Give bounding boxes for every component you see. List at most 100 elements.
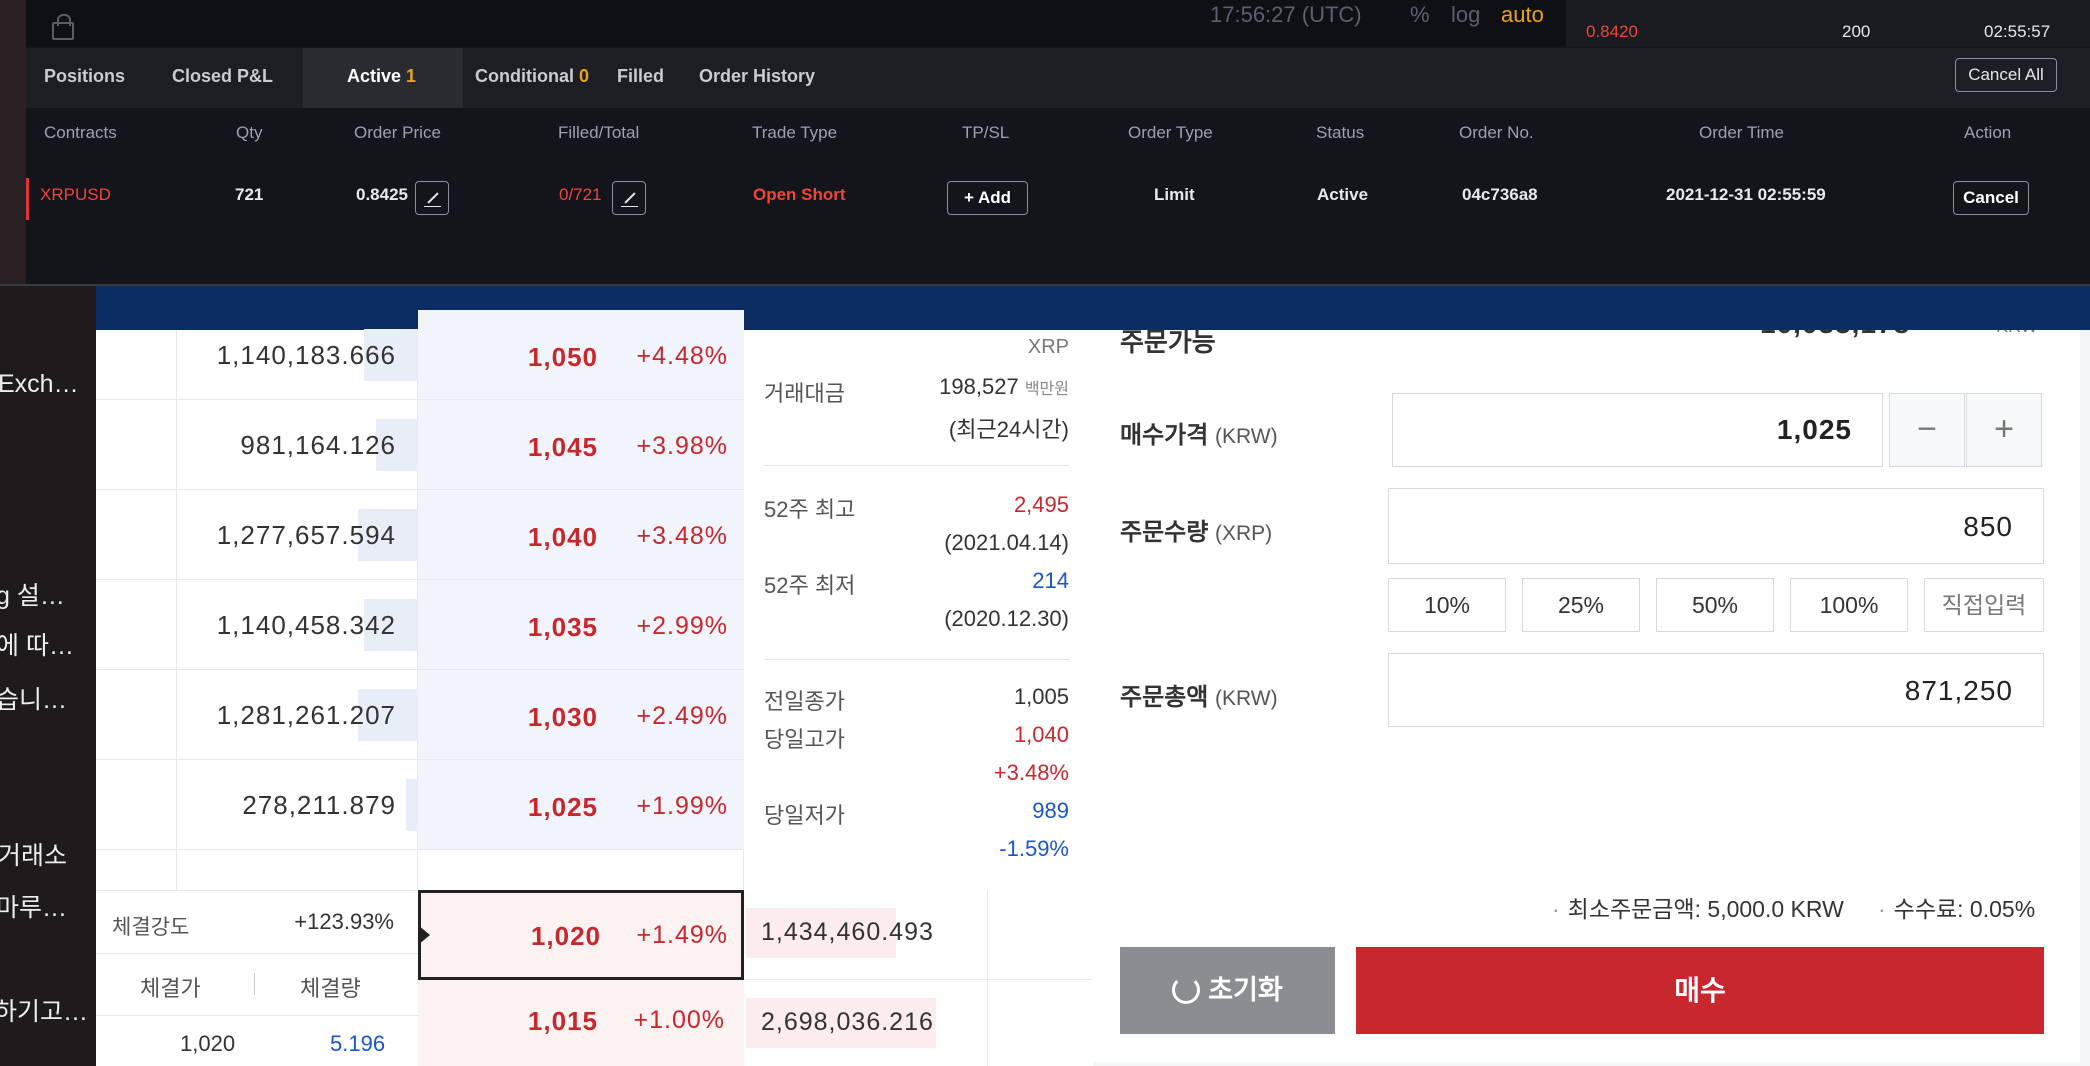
tab-order-history[interactable]: Order History xyxy=(699,48,829,108)
ask-change: +2.49% xyxy=(636,702,728,730)
scale-log-toggle[interactable]: log xyxy=(1451,2,1480,28)
ask-volume: 278,211.879 xyxy=(242,790,396,820)
col-contracts: Contracts xyxy=(44,123,117,142)
edit-price-icon[interactable] xyxy=(415,181,449,215)
pct-50-button[interactable]: 50% xyxy=(1656,578,1774,632)
lock-icon[interactable] xyxy=(52,14,74,40)
ask-price-cell[interactable]: 1,035 +2.99% xyxy=(418,580,744,670)
col-trade-type: Trade Type xyxy=(752,123,838,142)
buy-price-input[interactable]: 1,025 xyxy=(1392,393,1883,467)
scale-percent-toggle[interactable]: % xyxy=(1410,2,1430,28)
prev-close-value: 1,005 xyxy=(1013,684,1069,709)
trade-strength-panel: 체결강도 +123.93% 체결가 체결량 1,020 5.196 xyxy=(96,890,418,1066)
col-order-type: Order Type xyxy=(1128,123,1213,142)
day-low-pct: -1.59% xyxy=(999,836,1069,861)
row-divider xyxy=(96,849,744,850)
plus-icon: + xyxy=(963,188,974,207)
ask-change: +3.48% xyxy=(636,522,728,550)
total-input[interactable]: 871,250 xyxy=(1388,653,2044,727)
ask-change: +3.98% xyxy=(636,432,728,460)
ask-change: +1.99% xyxy=(636,792,728,820)
order-filled-total: 0/721 xyxy=(559,185,602,204)
col-qty: Qty xyxy=(236,123,263,142)
total-label: 주문총액 (KRW) xyxy=(1120,684,1278,711)
order-time: 2021-12-31 02:55:59 xyxy=(1666,185,1826,204)
direct-input-button[interactable]: 직접입력 xyxy=(1924,578,2044,632)
price-plus-button[interactable]: + xyxy=(1966,393,2042,467)
order-number: 04c736a8 xyxy=(1462,185,1538,204)
news-sidebar: Exch… g 설… 에 따… 습니… 거래소 마루… 하기고… xyxy=(0,286,96,1066)
qty-input[interactable]: 850 xyxy=(1388,488,2044,564)
min-order-note: 최소주문금액: 5,000.0 KRW xyxy=(1552,890,1844,924)
tab-positions[interactable]: Positions xyxy=(44,48,144,108)
ask-price: 1,040 xyxy=(527,522,598,552)
info-divider xyxy=(764,465,1069,466)
sidebar-snippet[interactable]: 습니… xyxy=(0,680,67,716)
trade-time: 02:55:57 xyxy=(1984,22,2051,41)
sidebar-snippet[interactable]: 하기고… xyxy=(0,992,88,1028)
sidebar-snippet[interactable]: Exch… xyxy=(0,370,79,399)
day-high-pct: +3.48% xyxy=(993,760,1069,785)
ask-volume: 981,164.126 xyxy=(240,430,396,460)
refresh-icon xyxy=(1172,975,1201,1004)
bid-price-cell[interactable]: 1,015 +1.00% xyxy=(418,980,744,1066)
price-minus-button[interactable]: − xyxy=(1889,393,1965,467)
scale-auto-toggle[interactable]: auto xyxy=(1501,2,1544,28)
day-low-value: 989 xyxy=(1032,798,1069,823)
ask-price-cell[interactable]: 1,030 +2.49% xyxy=(418,670,744,760)
pct-10-button[interactable]: 10% xyxy=(1388,578,1506,632)
derivatives-panel: 17:56:27 (UTC) % log auto 0.8420 200 02:… xyxy=(0,0,2090,286)
current-price: 1,020 xyxy=(530,921,601,951)
high52-value: 2,495 xyxy=(1013,492,1069,517)
ask-price-cell[interactable]: 1,050 +4.48% xyxy=(418,310,744,400)
header-divider xyxy=(254,973,255,995)
cancel-all-button[interactable]: Cancel All xyxy=(1955,58,2057,92)
pct-100-button[interactable]: 100% xyxy=(1790,578,1908,632)
prev-close-label: 전일종가 xyxy=(764,689,845,714)
order-book: 1,140,183.666 1,050 +4.48% 981,164.126 1,045… xyxy=(96,310,1093,1066)
fee-note: 수수료: 0.05% xyxy=(1878,890,2035,924)
ask-price-cell[interactable]: 1,025 +1.99% xyxy=(418,760,744,850)
col-divider xyxy=(987,890,988,1066)
pct-25-button[interactable]: 25% xyxy=(1522,578,1640,632)
tab-closed-pnl[interactable]: Closed P&L xyxy=(172,48,282,108)
edit-qty-icon[interactable] xyxy=(612,181,646,215)
buy-price-label: 매수가격 (KRW) xyxy=(1120,422,1278,449)
day-high-label: 당일고가 xyxy=(764,727,845,752)
ask-volume: 1,140,183.666 xyxy=(216,340,396,370)
ask-price-cell[interactable]: 1,045 +3.98% xyxy=(418,400,744,490)
qty-label: 주문수량 (XRP) xyxy=(1120,519,1273,546)
row-divider xyxy=(96,953,418,954)
utc-clock: 17:56:27 (UTC) xyxy=(1210,2,1362,27)
add-tpsl-button[interactable]: + Add xyxy=(947,181,1028,215)
ask-depth-bar xyxy=(406,779,418,831)
bid-change: +1.00% xyxy=(633,1006,725,1034)
ask-volume: 1,281,261.207 xyxy=(216,700,396,730)
ask-volume: 1,277,657.594 xyxy=(216,520,396,550)
tab-conditional[interactable]: Conditional 0 xyxy=(475,48,595,108)
sidebar-snippet[interactable]: g 설… xyxy=(0,576,65,612)
bid-volume: 1,434,460.493 xyxy=(761,918,934,946)
info-unit: XRP xyxy=(1027,336,1069,358)
buy-button[interactable]: 매수 xyxy=(1356,947,2044,1034)
sidebar-snippet[interactable]: 마루… xyxy=(0,888,67,924)
cancel-order-button[interactable]: Cancel xyxy=(1953,181,2029,215)
low52-label: 52주 최저 xyxy=(764,573,856,598)
high52-label: 52주 최고 xyxy=(764,497,856,522)
plus-icon: + xyxy=(1994,410,2014,448)
tab-active[interactable]: Active 1 xyxy=(303,48,463,108)
ask-price-cell[interactable]: 1,040 +3.48% xyxy=(418,490,744,580)
tab-filled[interactable]: Filled xyxy=(617,48,677,108)
col-order-time: Order Time xyxy=(1699,123,1785,142)
sidebar-snippet[interactable]: 에 따… xyxy=(0,626,74,662)
row-divider xyxy=(744,979,1093,980)
order-contract[interactable]: XRPUSD xyxy=(40,185,111,205)
reset-button[interactable]: 초기화 xyxy=(1120,947,1335,1034)
col-order-no: Order No. xyxy=(1459,123,1534,142)
trade-qty-header: 체결량 xyxy=(300,976,361,1001)
current-price-cell[interactable]: 1,020 +1.49% xyxy=(418,890,744,980)
ask-change: +2.99% xyxy=(636,612,728,640)
ask-volume: 1,140,458.342 xyxy=(216,610,396,640)
sidebar-snippet[interactable]: 거래소 xyxy=(0,836,67,872)
last-trade-qty: 5.196 xyxy=(330,1031,386,1056)
